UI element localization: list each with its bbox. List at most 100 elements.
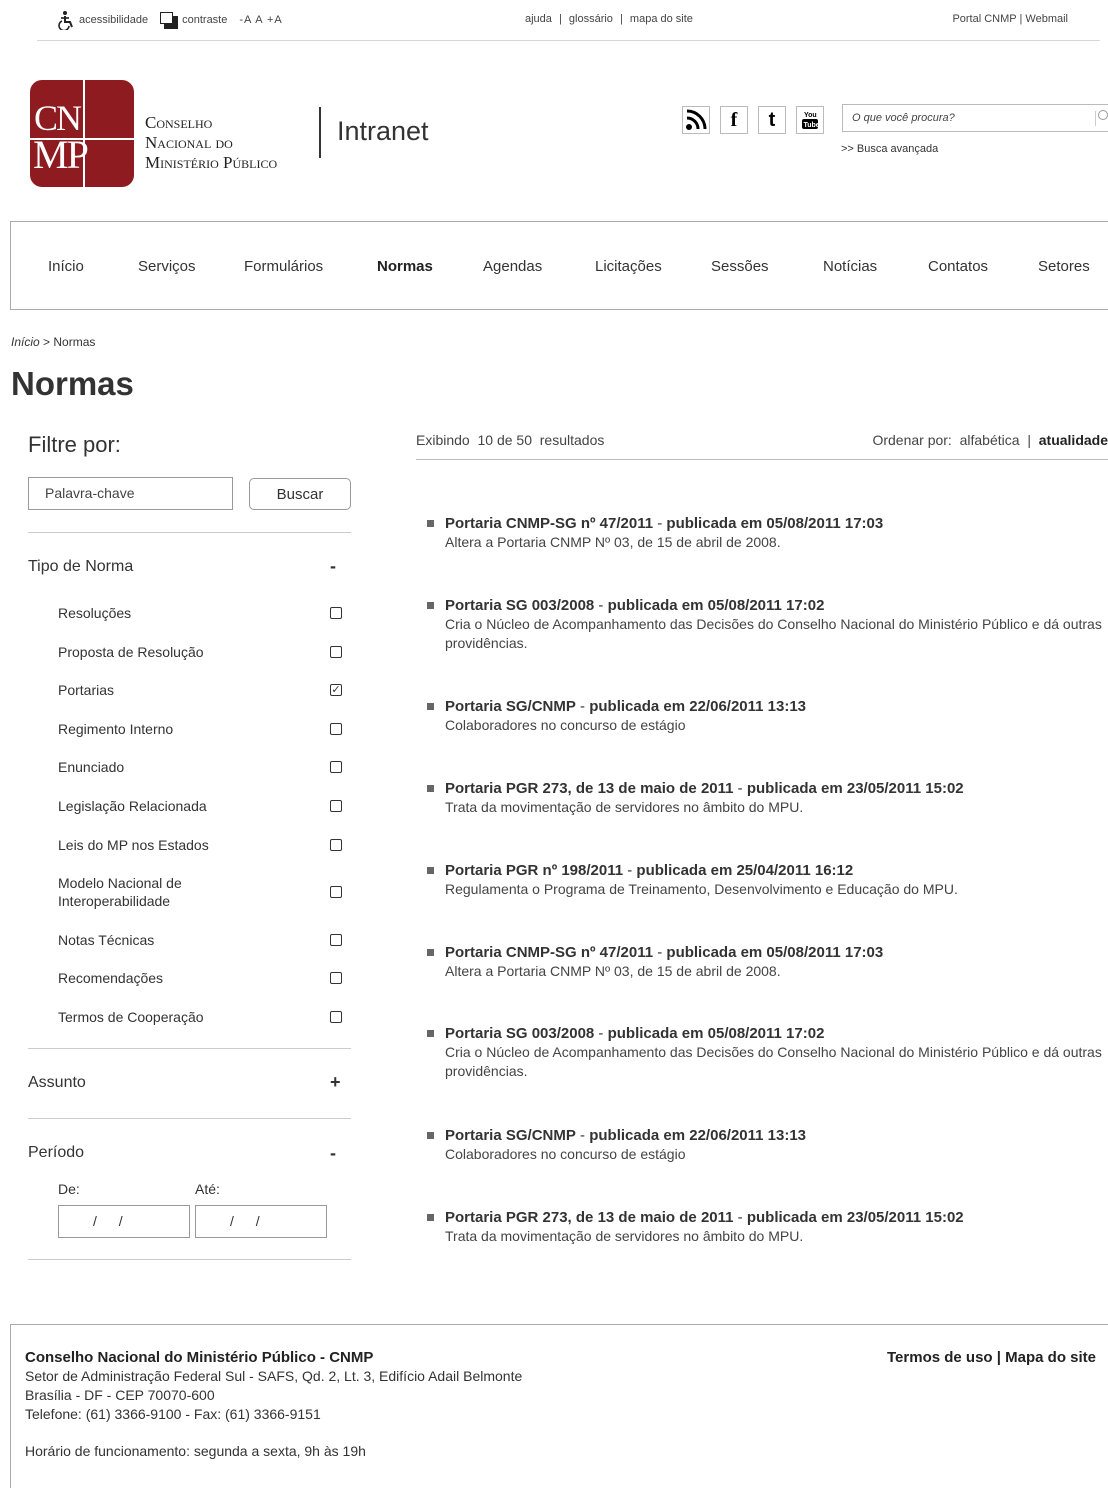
footer-org-name: Conselho Nacional do Ministério Público … (25, 1349, 374, 1366)
result-item[interactable]: Portaria CNMP-SG nº 47/2011 - publicada … (427, 514, 1105, 552)
glossary-link[interactable]: glossário (569, 13, 613, 25)
bullet-icon (427, 1132, 434, 1139)
filter-option-label: Portarias (58, 682, 115, 698)
filter-option-label: Enunciado (58, 759, 125, 775)
checkbox-regimento-interno[interactable] (330, 723, 342, 735)
sitemap-footer-link[interactable]: Mapa do site (1005, 1349, 1096, 1366)
collapse-icon[interactable]: - (330, 556, 336, 577)
checkbox-modelo-nacional[interactable] (330, 886, 342, 898)
logo-text-top: CN (34, 98, 82, 138)
sitemap-link[interactable]: mapa do site (630, 13, 693, 25)
org-name: Conselho Nacional do Ministério Público (145, 113, 277, 173)
accessibility-icon[interactable] (57, 10, 75, 32)
org-name-line: Ministério Público (145, 153, 278, 172)
result-item[interactable]: Portaria PGR 273, de 13 de maio de 2011 … (427, 1208, 1105, 1246)
separator: | (558, 13, 562, 25)
accessibility-link[interactable]: acessibilidade (79, 14, 148, 26)
cnmp-logo[interactable]: CN MP (30, 80, 134, 187)
youtube-icon[interactable]: You Tube (796, 106, 824, 134)
assunto-header[interactable]: Assunto (28, 1074, 86, 1092)
help-links: ajuda | glossário | mapa do site (523, 13, 695, 25)
nav-item-normas[interactable]: Normas (377, 258, 433, 275)
result-date: publicada em 23/05/2011 15:02 (746, 780, 964, 797)
checkbox-portarias[interactable]: ✓ (330, 684, 342, 696)
portal-links: Portal CNMP | Webmail (952, 13, 1068, 25)
contrast-link[interactable]: contraste (182, 14, 227, 26)
result-title[interactable]: Portaria CNMP-SG nº 47/2011 (445, 515, 653, 532)
checkbox-leis-mp[interactable] (330, 839, 342, 851)
checkbox-recomendacoes[interactable] (330, 972, 342, 984)
checkbox-legislacao[interactable] (330, 800, 342, 812)
nav-item-formularios[interactable]: Formulários (244, 258, 323, 275)
nav-item-noticias[interactable]: Notícias (823, 258, 877, 275)
nav-item-setores[interactable]: Setores (1038, 258, 1090, 275)
result-date: publicada em 23/05/2011 15:02 (746, 1209, 964, 1226)
checkbox-resolucoes[interactable] (330, 607, 342, 619)
twitter-icon[interactable]: t (758, 106, 786, 134)
result-title[interactable]: Portaria SG/CNMP (445, 1127, 576, 1144)
rss-icon[interactable] (682, 106, 710, 134)
search-input[interactable]: O que você procura? (842, 104, 1108, 132)
accessibility-tools: acessibilidade contraste -A A +A (57, 10, 283, 32)
facebook-icon[interactable]: f (720, 106, 748, 134)
result-item[interactable]: Portaria PGR nº 198/2011 - publicada em … (427, 861, 1105, 899)
search-button[interactable]: Buscar (249, 478, 351, 510)
divider (416, 459, 1108, 460)
contrast-icon[interactable] (160, 11, 179, 29)
result-item[interactable]: Portaria SG/CNMP - publicada em 22/06/20… (427, 697, 1105, 735)
result-item[interactable]: Portaria SG 003/2008 - publicada em 05/0… (427, 1024, 1105, 1081)
result-description: Trata da movimentação de servidores no â… (445, 799, 804, 815)
result-title[interactable]: Portaria PGR 273, de 13 de maio de 2011 (445, 1209, 733, 1226)
separator: | (1019, 13, 1023, 25)
result-date: publicada em 05/08/2011 17:03 (666, 944, 884, 961)
divider (28, 1048, 351, 1049)
results-count-suffix: resultados (539, 432, 605, 448)
nav-item-servicos[interactable]: Serviços (138, 258, 196, 275)
expand-icon[interactable]: + (330, 1072, 341, 1093)
nav-item-contatos[interactable]: Contatos (928, 258, 988, 275)
result-title[interactable]: Portaria CNMP-SG nº 47/2011 (445, 944, 653, 961)
keyword-input[interactable]: Palavra-chave (28, 477, 233, 510)
advanced-search-link[interactable]: >> Busca avançada (841, 143, 938, 155)
breadcrumb-home[interactable]: Início (11, 335, 40, 349)
result-title[interactable]: Portaria SG 003/2008 (445, 597, 594, 614)
terms-link[interactable]: Termos de uso (887, 1349, 993, 1366)
result-item[interactable]: Portaria PGR 273, de 13 de maio de 2011 … (427, 779, 1105, 817)
collapse-icon[interactable]: - (330, 1143, 336, 1164)
svg-text:Tube: Tube (804, 122, 820, 129)
nav-item-licitacoes[interactable]: Licitações (595, 258, 662, 275)
font-size-controls[interactable]: -A A +A (239, 14, 282, 26)
result-description: Regulamenta o Programa de Treinamento, D… (445, 881, 958, 897)
filter-option-label: Regimento Interno (58, 721, 174, 737)
periodo-header[interactable]: Período (28, 1144, 84, 1162)
checkbox-enunciado[interactable] (330, 761, 342, 773)
nav-item-sessoes[interactable]: Sessões (711, 258, 769, 275)
bullet-icon (427, 1030, 434, 1037)
date-from-input[interactable]: / / (58, 1205, 190, 1238)
result-item[interactable]: Portaria SG 003/2008 - publicada em 05/0… (427, 596, 1105, 653)
sort-alphabetical[interactable]: alfabética (960, 432, 1020, 448)
sort-recent[interactable]: atualidade (1039, 432, 1108, 448)
result-title[interactable]: Portaria PGR nº 198/2011 (445, 862, 623, 879)
footer: Conselho Nacional do Ministério Público … (10, 1324, 1108, 1488)
webmail-link[interactable]: Webmail (1025, 13, 1068, 25)
tipo-norma-header[interactable]: Tipo de Norma (28, 558, 133, 576)
portal-link[interactable]: Portal CNMP (952, 13, 1016, 25)
result-item[interactable]: Portaria SG/CNMP - publicada em 22/06/20… (427, 1126, 1105, 1164)
result-title[interactable]: Portaria SG/CNMP (445, 698, 576, 715)
checkbox-proposta-resolucao[interactable] (330, 646, 342, 658)
checkbox-termos-cooperacao[interactable] (330, 1011, 342, 1023)
checkbox-notas-tecnicas[interactable] (330, 934, 342, 946)
nav-item-agendas[interactable]: Agendas (483, 258, 542, 275)
filter-option-label: Proposta de Resolução (58, 644, 204, 660)
search-icon[interactable] (1098, 110, 1108, 120)
filter-option-label: Notas Técnicas (58, 932, 155, 948)
result-description: Cria o Núcleo de Acompanhamento das Deci… (445, 1044, 1102, 1079)
date-to-input[interactable]: / / (195, 1205, 327, 1238)
results-count-value: 10 de 50 (477, 432, 532, 448)
nav-item-inicio[interactable]: Início (48, 258, 84, 275)
help-link[interactable]: ajuda (525, 13, 552, 25)
result-title[interactable]: Portaria SG 003/2008 (445, 1025, 594, 1042)
result-title[interactable]: Portaria PGR 273, de 13 de maio de 2011 (445, 780, 733, 797)
result-item[interactable]: Portaria CNMP-SG nº 47/2011 - publicada … (427, 943, 1105, 981)
